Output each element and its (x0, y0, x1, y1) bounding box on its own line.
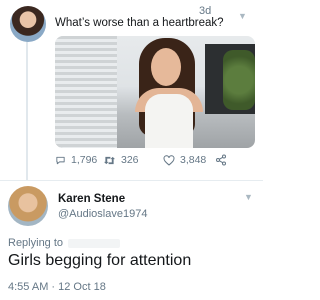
heart-icon (163, 154, 175, 166)
retweet-icon (104, 156, 115, 164)
share-button[interactable] (215, 154, 232, 166)
share-icon (216, 154, 226, 166)
avatar[interactable] (10, 6, 46, 42)
tweet-photo[interactable] (55, 36, 255, 148)
display-name[interactable]: Karen Stene (58, 193, 125, 205)
photo-person-top (145, 94, 193, 148)
photo-person-face (151, 48, 181, 86)
like-count: 3,848 (180, 154, 207, 166)
divider (0, 180, 263, 181)
redacted-username (68, 239, 120, 248)
reply-text: Girls begging for attention (8, 252, 192, 269)
tweet-time: 3d (199, 5, 212, 17)
retweet-button[interactable]: 326 (103, 154, 139, 166)
like-button[interactable]: 3,848 (163, 154, 206, 166)
original-tweet: 3d ▼ What’s worse than a heartbreak? 1,7… (0, 0, 263, 180)
photo-background-plant (223, 50, 255, 110)
reply-button[interactable]: 1,796 (55, 154, 97, 166)
photo-background-shutter (55, 36, 117, 148)
tweet-text: What’s worse than a heartbreak? (55, 17, 224, 29)
reply-icon (56, 156, 65, 164)
reply-avatar[interactable] (8, 186, 48, 226)
reply-timestamp: 4:55 AM · 12 Oct 18 (8, 281, 106, 293)
retweet-count: 326 (121, 154, 139, 166)
replying-to-label: Replying to (8, 237, 64, 249)
reply-count: 1,796 (71, 154, 98, 166)
chevron-down-icon[interactable]: ▼ (238, 11, 247, 21)
chevron-down-icon[interactable]: ▼ (244, 192, 253, 202)
tweet-actions: 1,796 326 3,848 (55, 154, 255, 170)
thread-line (26, 40, 28, 180)
user-handle[interactable]: @Audioslave1974 (58, 208, 147, 220)
